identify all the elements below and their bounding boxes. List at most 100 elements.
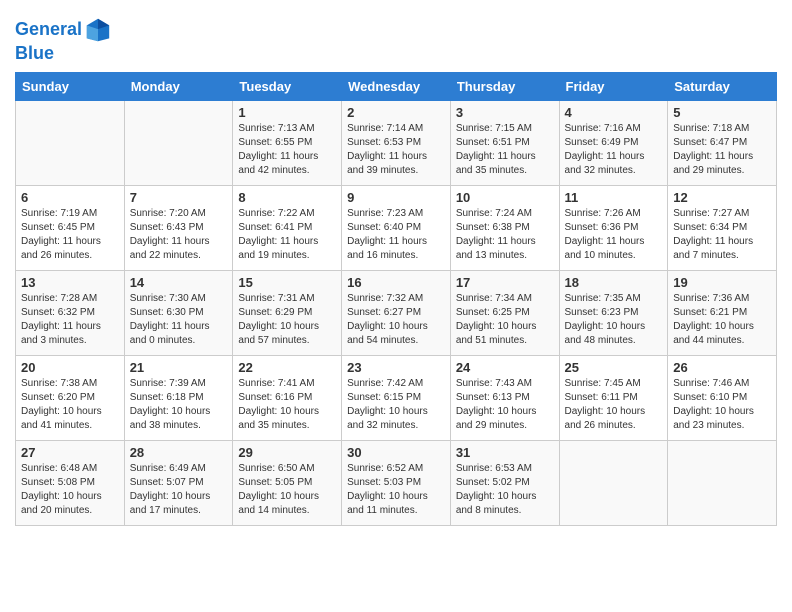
calendar-cell [559, 440, 668, 525]
day-number: 22 [238, 360, 336, 375]
day-number: 31 [456, 445, 554, 460]
day-info: Sunrise: 6:49 AMSunset: 5:07 PMDaylight:… [130, 463, 211, 516]
calendar-cell: 19Sunrise: 7:36 AMSunset: 6:21 PMDayligh… [668, 270, 777, 355]
day-number: 3 [456, 105, 554, 120]
calendar-cell: 9 Sunrise: 7:23 AMSunset: 6:40 PMDaylight… [342, 185, 451, 270]
day-number: 13 [21, 275, 119, 290]
calendar-cell: 17 Sunrise: 7:34 AMSunset: 6:25 PMDayligh… [450, 270, 559, 355]
calendar-cell: 5Sunrise: 7:18 AMSunset: 6:47 PMDaylight… [668, 100, 777, 185]
header-row: SundayMondayTuesdayWednesdayThursdayFrid… [16, 72, 777, 100]
logo-general: General [15, 19, 82, 39]
day-number: 7 [130, 190, 228, 205]
calendar-cell: 22Sunrise: 7:41 AMSunset: 6:16 PMDayligh… [233, 355, 342, 440]
day-number: 26 [673, 360, 771, 375]
day-number: 10 [456, 190, 554, 205]
day-number: 29 [238, 445, 336, 460]
day-info: Sunrise: 6:48 AMSunset: 5:08 PMDaylight:… [21, 463, 102, 516]
calendar-cell [668, 440, 777, 525]
day-info: Sunrise: 6:53 AMSunset: 5:02 PMDaylight:… [456, 463, 537, 516]
day-number: 4 [565, 105, 663, 120]
page: General Blue SundayMondayTuesdayWednesda… [0, 0, 792, 541]
day-info: Sunrise: 7:34 AMSunset: 6:25 PMDaylight:… [456, 293, 537, 346]
header-day-friday: Friday [559, 72, 668, 100]
day-info: Sunrise: 7:26 AMSunset: 6:36 PMDaylight:… [565, 208, 645, 261]
day-info: Sunrise: 7:20 AMSunset: 6:43 PMDaylight:… [130, 208, 210, 261]
calendar-cell: 26 Sunrise: 7:46 AMSunset: 6:10 PMDayligh… [668, 355, 777, 440]
day-number: 12 [673, 190, 771, 205]
day-number: 24 [456, 360, 554, 375]
week-row-4: 27 Sunrise: 6:48 AMSunset: 5:08 PMDayligh… [16, 440, 777, 525]
day-number: 23 [347, 360, 445, 375]
week-row-0: 1 Sunrise: 7:13 AMSunset: 6:55 PMDaylight… [16, 100, 777, 185]
day-number: 15 [238, 275, 336, 290]
day-info: Sunrise: 7:30 AMSunset: 6:30 PMDaylight:… [130, 293, 210, 346]
day-info: Sunrise: 7:16 AMSunset: 6:49 PMDaylight:… [565, 123, 645, 176]
day-number: 2 [347, 105, 445, 120]
day-number: 11 [565, 190, 663, 205]
calendar-cell: 15 Sunrise: 7:31 AMSunset: 6:29 PMDayligh… [233, 270, 342, 355]
calendar-cell [124, 100, 233, 185]
logo-icon [84, 16, 112, 44]
day-info: Sunrise: 7:13 AMSunset: 6:55 PMDaylight:… [238, 123, 318, 176]
day-info: Sunrise: 7:22 AMSunset: 6:41 PMDaylight:… [238, 208, 318, 261]
calendar-cell: 18 Sunrise: 7:35 AMSunset: 6:23 PMDayligh… [559, 270, 668, 355]
header-day-tuesday: Tuesday [233, 72, 342, 100]
day-info: Sunrise: 7:15 AMSunset: 6:51 PMDaylight:… [456, 123, 536, 176]
week-row-3: 20 Sunrise: 7:38 AMSunset: 6:20 PMDayligh… [16, 355, 777, 440]
day-info: Sunrise: 7:27 AMSunset: 6:34 PMDaylight:… [673, 208, 753, 261]
day-number: 9 [347, 190, 445, 205]
calendar-cell: 14 Sunrise: 7:30 AMSunset: 6:30 PMDayligh… [124, 270, 233, 355]
calendar-cell: 27 Sunrise: 6:48 AMSunset: 5:08 PMDayligh… [16, 440, 125, 525]
day-info: Sunrise: 7:39 AMSunset: 6:18 PMDaylight:… [130, 378, 211, 431]
week-row-2: 13 Sunrise: 7:28 AMSunset: 6:32 PMDayligh… [16, 270, 777, 355]
calendar-cell: 24Sunrise: 7:43 AMSunset: 6:13 PMDayligh… [450, 355, 559, 440]
calendar-cell: 23 Sunrise: 7:42 AMSunset: 6:15 PMDayligh… [342, 355, 451, 440]
day-info: Sunrise: 7:42 AMSunset: 6:15 PMDaylight:… [347, 378, 428, 431]
header-day-wednesday: Wednesday [342, 72, 451, 100]
day-info: Sunrise: 7:45 AMSunset: 6:11 PMDaylight:… [565, 378, 646, 431]
calendar-cell: 16 Sunrise: 7:32 AMSunset: 6:27 PMDayligh… [342, 270, 451, 355]
calendar-cell: 25 Sunrise: 7:45 AMSunset: 6:11 PMDayligh… [559, 355, 668, 440]
day-info: Sunrise: 6:50 AMSunset: 5:05 PMDaylight:… [238, 463, 319, 516]
day-info: Sunrise: 7:23 AMSunset: 6:40 PMDaylight:… [347, 208, 427, 261]
day-info: Sunrise: 7:35 AMSunset: 6:23 PMDaylight:… [565, 293, 646, 346]
day-info: Sunrise: 7:46 AMSunset: 6:10 PMDaylight:… [673, 378, 754, 431]
day-number: 27 [21, 445, 119, 460]
logo: General Blue [15, 16, 112, 64]
day-info: Sunrise: 7:24 AMSunset: 6:38 PMDaylight:… [456, 208, 536, 261]
header-day-monday: Monday [124, 72, 233, 100]
calendar-cell: 28Sunrise: 6:49 AMSunset: 5:07 PMDayligh… [124, 440, 233, 525]
calendar-cell: 3 Sunrise: 7:15 AMSunset: 6:51 PMDaylight… [450, 100, 559, 185]
day-info: Sunrise: 7:28 AMSunset: 6:32 PMDaylight:… [21, 293, 101, 346]
day-info: Sunrise: 7:14 AMSunset: 6:53 PMDaylight:… [347, 123, 427, 176]
logo-text: General [15, 16, 112, 44]
calendar-cell: 29 Sunrise: 6:50 AMSunset: 5:05 PMDayligh… [233, 440, 342, 525]
day-number: 20 [21, 360, 119, 375]
calendar-cell: 11 Sunrise: 7:26 AMSunset: 6:36 PMDayligh… [559, 185, 668, 270]
day-info: Sunrise: 7:38 AMSunset: 6:20 PMDaylight:… [21, 378, 102, 431]
calendar-cell: 21Sunrise: 7:39 AMSunset: 6:18 PMDayligh… [124, 355, 233, 440]
calendar-cell: 6 Sunrise: 7:19 AMSunset: 6:45 PMDaylight… [16, 185, 125, 270]
day-number: 1 [238, 105, 336, 120]
calendar-cell: 13 Sunrise: 7:28 AMSunset: 6:32 PMDayligh… [16, 270, 125, 355]
calendar-cell: 2 Sunrise: 7:14 AMSunset: 6:53 PMDaylight… [342, 100, 451, 185]
calendar-cell: 20 Sunrise: 7:38 AMSunset: 6:20 PMDayligh… [16, 355, 125, 440]
header-day-saturday: Saturday [668, 72, 777, 100]
day-number: 16 [347, 275, 445, 290]
header: General Blue [15, 10, 777, 64]
day-info: Sunrise: 7:19 AMSunset: 6:45 PMDaylight:… [21, 208, 101, 261]
header-day-sunday: Sunday [16, 72, 125, 100]
day-info: Sunrise: 7:32 AMSunset: 6:27 PMDaylight:… [347, 293, 428, 346]
header-day-thursday: Thursday [450, 72, 559, 100]
calendar-cell: 31 Sunrise: 6:53 AMSunset: 5:02 PMDayligh… [450, 440, 559, 525]
day-number: 6 [21, 190, 119, 205]
calendar-cell: 10 Sunrise: 7:24 AMSunset: 6:38 PMDayligh… [450, 185, 559, 270]
day-number: 18 [565, 275, 663, 290]
calendar-cell: 30Sunrise: 6:52 AMSunset: 5:03 PMDayligh… [342, 440, 451, 525]
day-number: 14 [130, 275, 228, 290]
day-info: Sunrise: 6:52 AMSunset: 5:03 PMDaylight:… [347, 463, 428, 516]
day-info: Sunrise: 7:31 AMSunset: 6:29 PMDaylight:… [238, 293, 319, 346]
day-number: 8 [238, 190, 336, 205]
day-number: 25 [565, 360, 663, 375]
day-number: 17 [456, 275, 554, 290]
